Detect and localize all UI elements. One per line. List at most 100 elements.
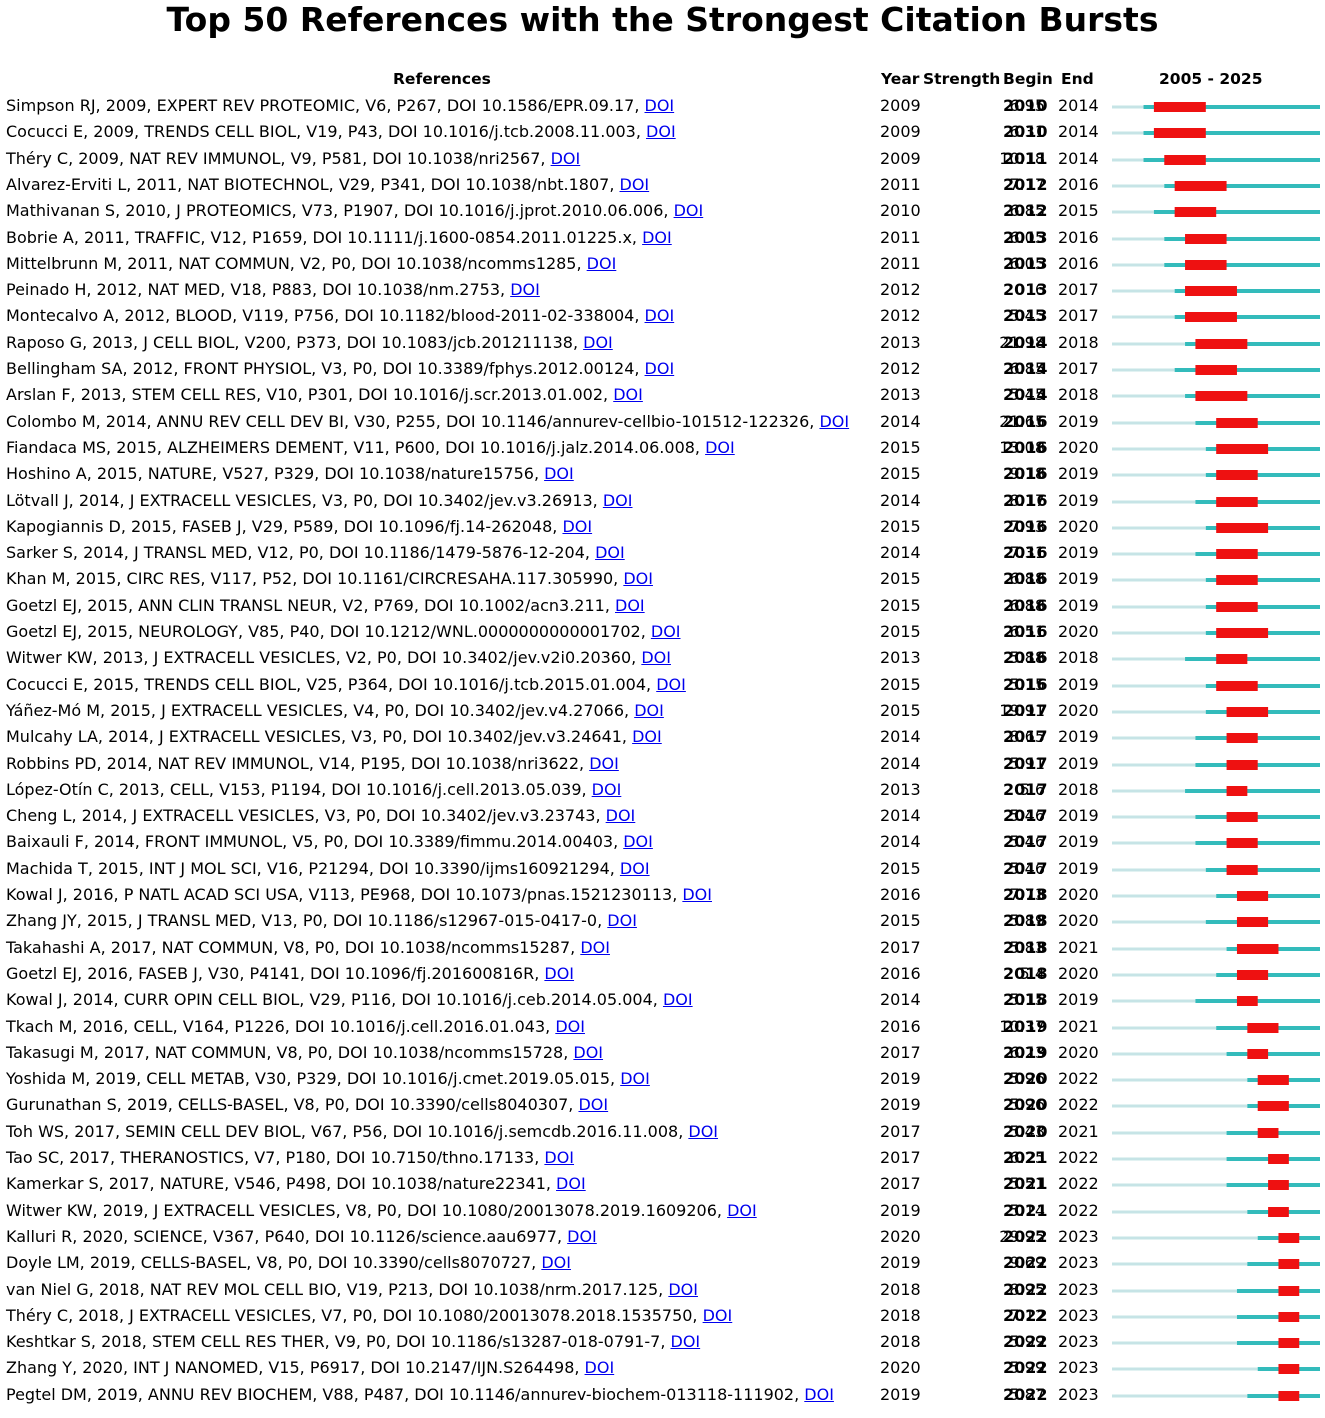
table-row: Lötvall J, 2014, J EXTRACELL VESICLES, V… bbox=[0, 488, 1325, 514]
burst-segment bbox=[1195, 338, 1248, 349]
header-timeline-range: 2005 - 2025 bbox=[1159, 70, 1263, 88]
pre-publication-segment bbox=[1112, 868, 1206, 872]
table-row: Baixauli F, 2014, FRONT IMMUNOL, V5, P0,… bbox=[0, 829, 1325, 855]
burst-timeline bbox=[1112, 812, 1320, 823]
burst-segment bbox=[1216, 628, 1269, 638]
cited-period-segment bbox=[1195, 736, 1320, 741]
pre-publication-segment bbox=[1112, 578, 1206, 582]
pre-publication-segment bbox=[1112, 684, 1206, 688]
pre-publication-segment bbox=[1112, 1394, 1248, 1398]
burst-segment bbox=[1236, 969, 1269, 980]
burst-segment bbox=[1185, 286, 1237, 297]
pre-publication-segment bbox=[1112, 1183, 1227, 1187]
burst-segment bbox=[1236, 891, 1269, 901]
table-row: Takasugi M, 2017, NAT COMMUN, V8, P0, DO… bbox=[0, 1040, 1325, 1066]
burst-segment bbox=[1216, 680, 1258, 691]
burst-segment bbox=[1185, 312, 1237, 323]
burst-timeline bbox=[1112, 549, 1320, 560]
table-row: Tao SC, 2017, THERANOSTICS, V7, P180, DO… bbox=[0, 1145, 1325, 1171]
table-row: Théry C, 2009, NAT REV IMMUNOL, V9, P581… bbox=[0, 146, 1325, 172]
table-row: Colombo M, 2014, ANNU REV CELL DEV BI, V… bbox=[0, 409, 1325, 435]
burst-timeline bbox=[1112, 706, 1320, 717]
burst-timeline bbox=[1112, 1022, 1320, 1033]
pre-publication-segment bbox=[1112, 158, 1144, 162]
burst-segment bbox=[1226, 733, 1258, 744]
table-row: Montecalvo A, 2012, BLOOD, V119, P756, D… bbox=[0, 303, 1325, 329]
burst-segment bbox=[1257, 1127, 1279, 1138]
burst-timeline bbox=[1112, 233, 1320, 244]
pre-publication-segment bbox=[1112, 973, 1217, 977]
burst-segment bbox=[1216, 601, 1258, 612]
table-row: Toh WS, 2017, SEMIN CELL DEV BIOL, V67, … bbox=[0, 1119, 1325, 1145]
pre-publication-segment bbox=[1112, 920, 1206, 924]
burst-segment bbox=[1278, 1285, 1300, 1296]
pre-publication-segment bbox=[1112, 421, 1196, 425]
burst-segment bbox=[1247, 1048, 1269, 1059]
pre-publication-segment bbox=[1112, 342, 1186, 346]
burst-timeline bbox=[1112, 1285, 1320, 1296]
burst-timeline bbox=[1112, 1180, 1320, 1191]
burst-segment bbox=[1278, 1232, 1300, 1243]
table-row: Cocucci E, 2015, TRENDS CELL BIOL, V25, … bbox=[0, 672, 1325, 698]
burst-timeline bbox=[1112, 522, 1320, 533]
header-end: End bbox=[1061, 70, 1094, 88]
burst-segment bbox=[1226, 812, 1258, 823]
burst-timeline bbox=[1112, 443, 1320, 454]
burst-timeline bbox=[1112, 496, 1320, 507]
burst-segment bbox=[1164, 154, 1206, 165]
cited-period-segment bbox=[1205, 867, 1320, 872]
table-row: Mulcahy LA, 2014, J EXTRACELL VESICLES, … bbox=[0, 724, 1325, 750]
pre-publication-segment bbox=[1112, 1236, 1258, 1240]
burst-timeline bbox=[1112, 969, 1320, 980]
table-row: Yoshida M, 2019, CELL METAB, V30, P329, … bbox=[0, 1066, 1325, 1092]
burst-timeline bbox=[1112, 1390, 1320, 1401]
table-row: Goetzl EJ, 2016, FASEB J, V30, P4141, DO… bbox=[0, 961, 1325, 987]
table-row: Arslan F, 2013, STEM CELL RES, V10, P301… bbox=[0, 382, 1325, 408]
pre-publication-segment bbox=[1112, 631, 1206, 635]
pre-publication-segment bbox=[1112, 552, 1196, 556]
table-row: Kalluri R, 2020, SCIENCE, V367, P640, DO… bbox=[0, 1224, 1325, 1250]
burst-timeline bbox=[1112, 1232, 1320, 1243]
table-row: Robbins PD, 2014, NAT REV IMMUNOL, V14, … bbox=[0, 751, 1325, 777]
pre-publication-segment bbox=[1112, 1157, 1227, 1161]
burst-segment bbox=[1236, 917, 1269, 928]
burst-segment bbox=[1185, 259, 1227, 270]
burst-timeline bbox=[1112, 1101, 1320, 1112]
cited-period-segment bbox=[1195, 552, 1320, 557]
burst-timeline bbox=[1112, 1364, 1320, 1375]
pre-publication-segment bbox=[1112, 605, 1206, 609]
table-row: Bellingham SA, 2012, FRONT PHYSIOL, V3, … bbox=[0, 356, 1325, 382]
burst-segment bbox=[1185, 233, 1227, 244]
table-row: Alvarez-Erviti L, 2011, NAT BIOTECHNOL, … bbox=[0, 172, 1325, 198]
burst-timeline bbox=[1112, 312, 1320, 323]
burst-segment bbox=[1268, 1154, 1289, 1164]
pre-publication-segment bbox=[1112, 210, 1154, 214]
table-row: Kapogiannis D, 2015, FASEB J, V29, P589,… bbox=[0, 514, 1325, 540]
burst-timeline bbox=[1112, 470, 1320, 481]
burst-segment bbox=[1174, 207, 1217, 218]
pre-publication-segment bbox=[1112, 184, 1165, 188]
burst-segment bbox=[1278, 1311, 1300, 1322]
burst-segment bbox=[1216, 522, 1269, 533]
cited-period-segment bbox=[1195, 815, 1320, 820]
burst-segment bbox=[1247, 1022, 1279, 1033]
burst-timeline bbox=[1112, 391, 1320, 402]
table-row: Bobrie A, 2011, TRAFFIC, V12, P1659, DOI… bbox=[0, 225, 1325, 251]
burst-timeline bbox=[1112, 417, 1320, 428]
cited-period-segment bbox=[1195, 420, 1320, 425]
table-row: Khan M, 2015, CIRC RES, V117, P52, DOI 1… bbox=[0, 566, 1325, 592]
burst-segment bbox=[1153, 102, 1206, 112]
table-row: Mittelbrunn M, 2011, NAT COMMUN, V2, P0,… bbox=[0, 251, 1325, 277]
burst-timeline bbox=[1112, 601, 1320, 612]
table-row: Gurunathan S, 2019, CELLS-BASEL, V8, P0,… bbox=[0, 1092, 1325, 1118]
table-row: Sarker S, 2014, J TRANSL MED, V12, P0, D… bbox=[0, 540, 1325, 566]
pre-publication-segment bbox=[1112, 1341, 1237, 1345]
burst-segment bbox=[1216, 549, 1258, 560]
pre-publication-segment bbox=[1112, 1262, 1248, 1266]
burst-timeline bbox=[1112, 891, 1320, 901]
burst-timeline bbox=[1112, 864, 1320, 875]
pre-publication-segment bbox=[1112, 1315, 1237, 1319]
burst-segment bbox=[1216, 496, 1258, 507]
cited-period-segment bbox=[1195, 841, 1320, 846]
header-references: References bbox=[393, 70, 491, 88]
